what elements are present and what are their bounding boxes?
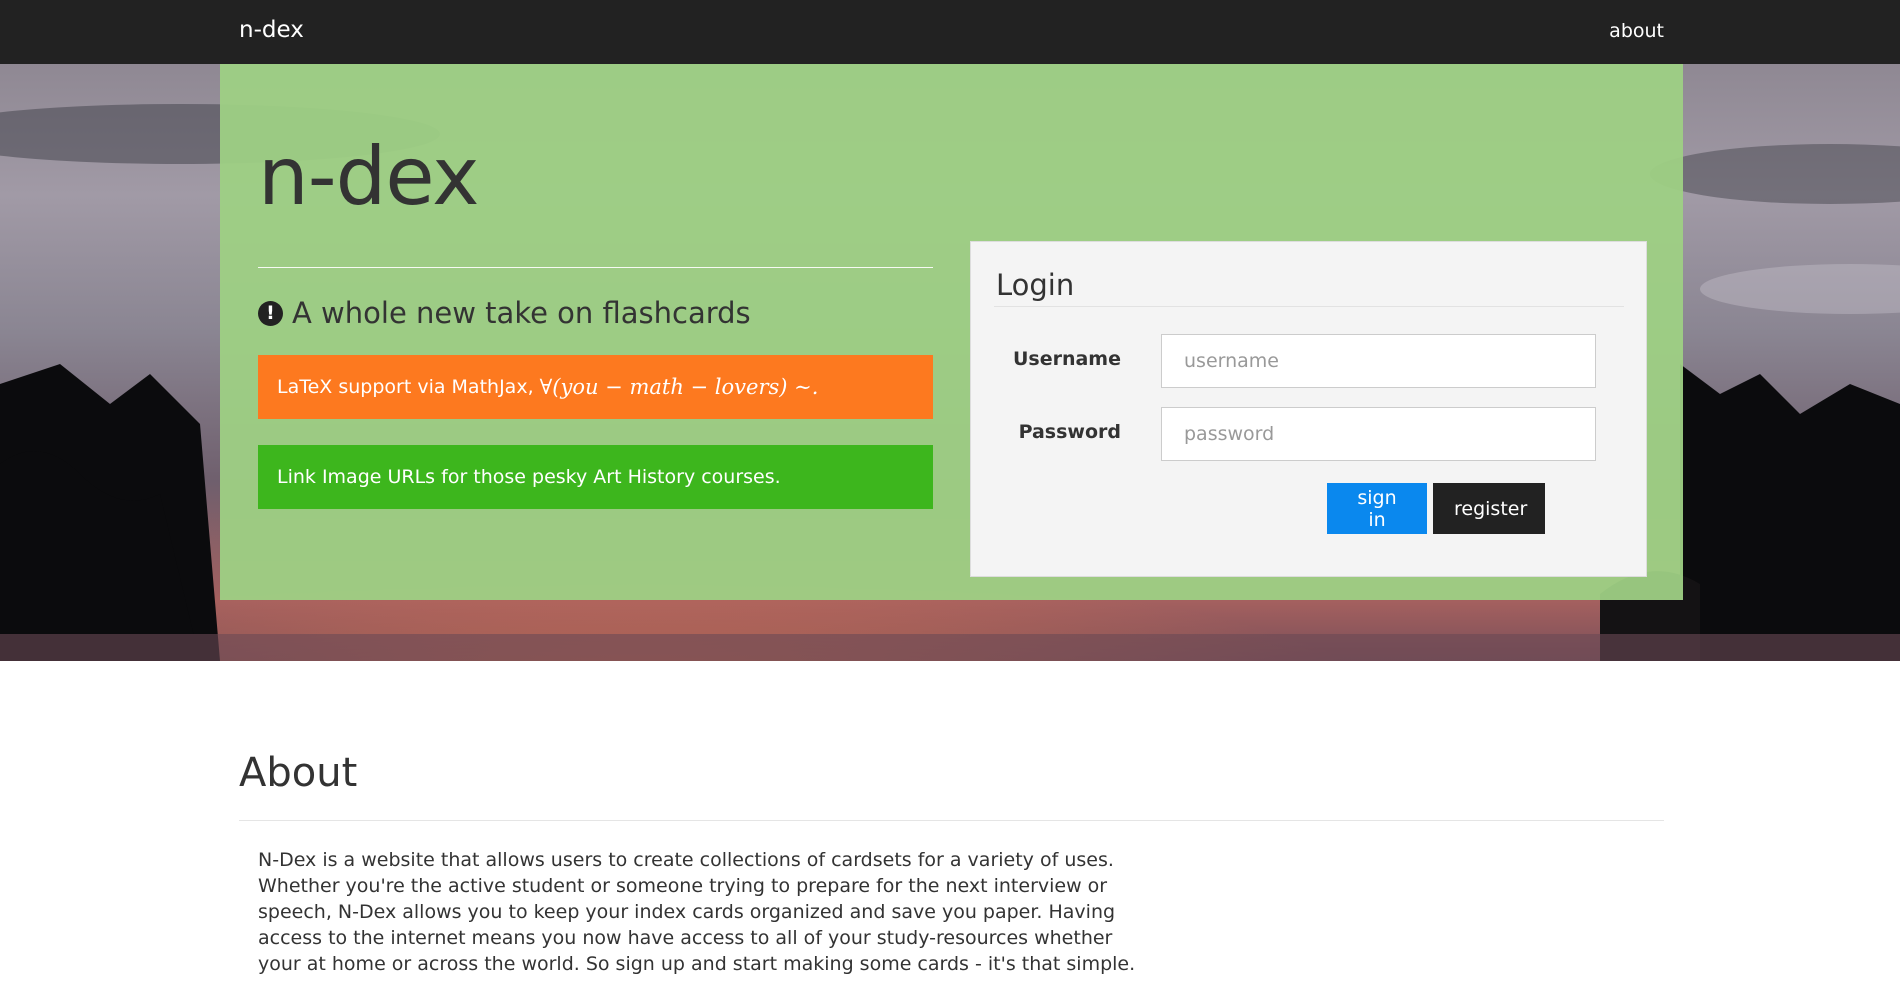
hero-divider bbox=[258, 267, 933, 268]
top-navbar: n-dex about bbox=[0, 0, 1900, 64]
hero-title: n-dex bbox=[258, 130, 480, 223]
password-input[interactable] bbox=[1161, 407, 1596, 461]
feature-image-alert: Link Image URLs for those pesky Art Hist… bbox=[258, 445, 933, 509]
feature-latex-math: ∀(you − math − lovers) ∼. bbox=[539, 375, 819, 399]
hero-section: n-dex ! A whole new take on flashcards L… bbox=[0, 64, 1900, 661]
feature-latex-text: LaTeX support via MathJax, bbox=[277, 376, 534, 398]
hero-jumbotron: n-dex ! A whole new take on flashcards L… bbox=[220, 64, 1683, 600]
login-title: Login bbox=[996, 268, 1075, 302]
login-divider bbox=[994, 306, 1624, 307]
username-input[interactable] bbox=[1161, 334, 1596, 388]
login-panel: Login Username Password sign in register bbox=[970, 241, 1647, 577]
hero-tagline: ! A whole new take on flashcards bbox=[258, 296, 751, 330]
brand-link[interactable]: n-dex bbox=[239, 17, 304, 43]
about-divider bbox=[239, 820, 1664, 821]
tagline-text: A whole new take on flashcards bbox=[292, 296, 751, 330]
feature-latex-alert: LaTeX support via MathJax, ∀(you − math … bbox=[258, 355, 933, 419]
feature-image-text: Link Image URLs for those pesky Art Hist… bbox=[277, 466, 781, 488]
hero-cloud bbox=[1700, 264, 1900, 314]
about-body-text: N-Dex is a website that allows users to … bbox=[258, 849, 1136, 975]
about-heading: About bbox=[239, 750, 358, 796]
hero-cloud bbox=[1650, 144, 1900, 204]
register-button[interactable]: register bbox=[1433, 483, 1545, 534]
password-label: Password bbox=[1018, 421, 1121, 443]
sign-in-button[interactable]: sign in bbox=[1327, 483, 1427, 534]
nav-about-link[interactable]: about bbox=[1609, 20, 1664, 42]
exclamation-circle-icon: ! bbox=[258, 300, 283, 326]
username-label: Username bbox=[1012, 348, 1121, 370]
